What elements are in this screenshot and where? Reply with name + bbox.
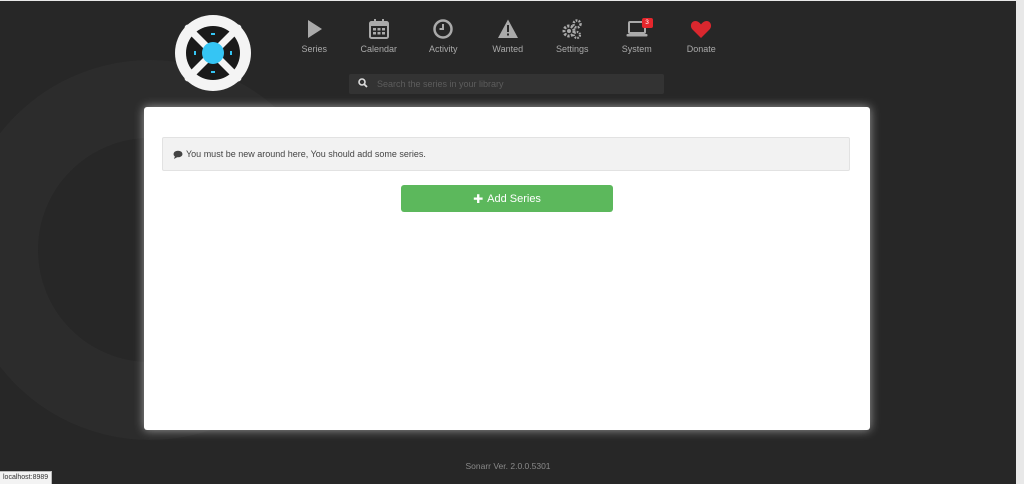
play-icon bbox=[308, 20, 323, 38]
window-top-border bbox=[0, 0, 1024, 1]
main-content-panel: You must be new around here, You should … bbox=[144, 107, 870, 430]
nav-settings-label: Settings bbox=[555, 44, 589, 54]
nav-wanted-label: Wanted bbox=[492, 44, 524, 54]
add-series-button[interactable]: ✚ Add Series bbox=[401, 185, 613, 212]
gears-icon bbox=[562, 19, 582, 40]
nav-system-label: System bbox=[621, 44, 652, 54]
warning-icon bbox=[497, 19, 518, 38]
plus-icon: ✚ bbox=[473, 191, 484, 206]
nav-wanted[interactable]: Wanted bbox=[476, 18, 541, 54]
search-icon bbox=[349, 75, 377, 93]
nav-donate-label: Donate bbox=[686, 44, 716, 54]
heart-icon bbox=[691, 21, 712, 38]
search-input[interactable] bbox=[377, 79, 664, 89]
clock-icon bbox=[433, 19, 453, 39]
alert-text: You must be new around here, You should … bbox=[186, 149, 426, 159]
version-footer: Sonarr Ver. 2.0.0.5301 bbox=[465, 461, 551, 471]
nav-series[interactable]: Series bbox=[282, 18, 347, 54]
nav-donate[interactable]: Donate bbox=[669, 18, 734, 54]
nav-settings[interactable]: Settings bbox=[540, 18, 605, 54]
main-nav: Series Calendar Activity Wanted Settings… bbox=[282, 18, 734, 54]
status-url-tooltip: localhost:8989 bbox=[0, 471, 53, 484]
nav-activity-label: Activity bbox=[428, 44, 458, 54]
nav-activity[interactable]: Activity bbox=[411, 18, 476, 54]
scrollbar[interactable] bbox=[1016, 0, 1024, 484]
calendar-icon bbox=[368, 19, 389, 39]
empty-library-alert: You must be new around here, You should … bbox=[162, 137, 850, 171]
nav-calendar[interactable]: Calendar bbox=[347, 18, 412, 54]
system-badge: 3 bbox=[641, 18, 653, 28]
nav-system[interactable]: 3 System bbox=[605, 18, 670, 54]
sonarr-logo[interactable] bbox=[174, 14, 252, 92]
series-search[interactable] bbox=[349, 74, 664, 94]
comment-icon bbox=[173, 150, 183, 159]
add-series-label: Add Series bbox=[487, 192, 541, 205]
nav-series-label: Series bbox=[301, 44, 327, 54]
sonarr-logo-icon bbox=[175, 15, 251, 91]
nav-calendar-label: Calendar bbox=[360, 44, 398, 54]
